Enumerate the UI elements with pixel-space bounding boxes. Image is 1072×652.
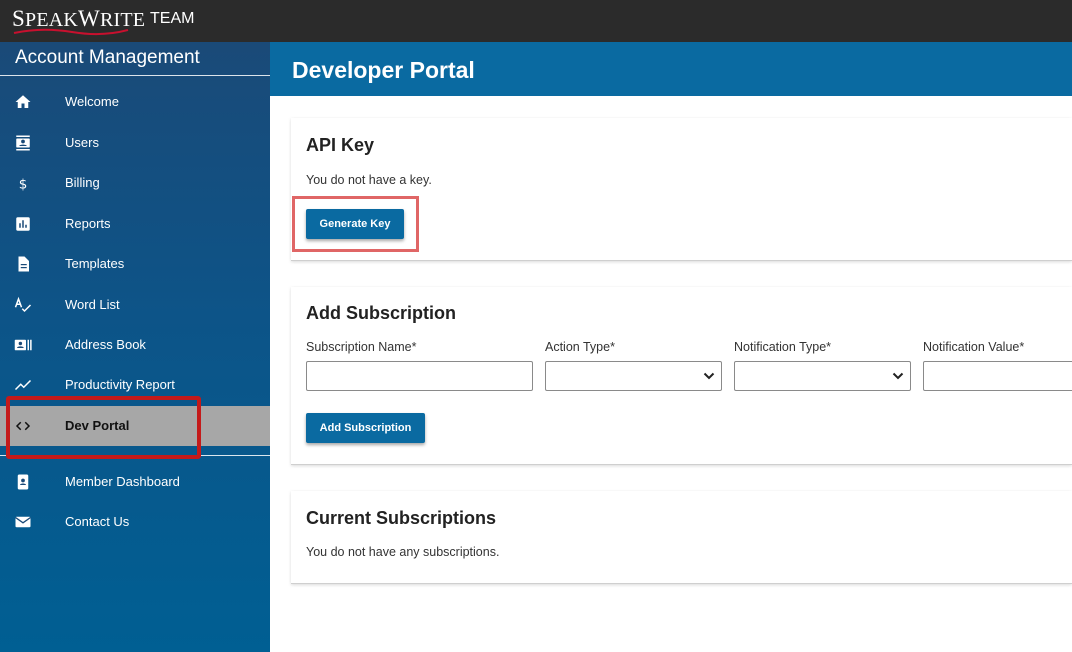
- current-subscriptions-heading: Current Subscriptions: [306, 508, 497, 528]
- add-subscription-button[interactable]: Add Subscription: [306, 413, 425, 443]
- action-type-select[interactable]: [545, 361, 722, 391]
- badge-icon: [17, 474, 29, 490]
- sidebar-item-contact-us[interactable]: Contact Us: [0, 502, 270, 542]
- subscription-name-input[interactable]: [306, 361, 533, 391]
- notification-value-label: Notification Value*: [923, 340, 1025, 354]
- chevron-down-icon: [892, 372, 904, 380]
- address-card-icon: [14, 339, 32, 351]
- sidebar-item-address-book[interactable]: Address Book: [0, 325, 270, 365]
- chevron-down-icon: [703, 372, 715, 380]
- notification-value-input[interactable]: [923, 361, 1072, 391]
- contacts-icon: [16, 135, 30, 151]
- current-subscriptions-card: Current Subscriptions You do not have an…: [291, 491, 1072, 584]
- trend-line-icon: [14, 379, 32, 391]
- team-label: TEAM: [150, 10, 195, 27]
- sidebar-title: Account Management: [15, 47, 200, 68]
- page-title: Developer Portal: [292, 57, 475, 83]
- sidebar-item-label: Productivity Report: [65, 377, 175, 392]
- home-icon: [15, 95, 31, 108]
- add-subscription-heading: Add Subscription: [306, 303, 456, 323]
- api-key-heading: API Key: [306, 135, 375, 155]
- dev-portal-highlight: [6, 396, 201, 459]
- add-subscription-card: Add Subscription Subscription Name* Acti…: [291, 287, 1072, 465]
- generate-key-highlight: [292, 196, 419, 252]
- document-icon: [18, 256, 29, 272]
- sidebar-item-label: Welcome: [65, 94, 119, 109]
- dollar-icon: $: [19, 176, 28, 192]
- top-bar: SPEAKWRITE TEAM: [0, 0, 1072, 42]
- sidebar-item-label: Member Dashboard: [65, 474, 180, 489]
- api-key-message: You do not have a key.: [306, 173, 432, 187]
- sidebar-item-users[interactable]: Users: [0, 123, 270, 163]
- sidebar-item-member-dashboard[interactable]: Member Dashboard: [0, 462, 270, 502]
- sidebar-item-welcome[interactable]: Welcome: [0, 82, 270, 122]
- sidebar-item-label: Word List: [65, 297, 120, 312]
- sidebar-item-label: Users: [65, 135, 99, 150]
- spellcheck-icon: [14, 296, 32, 313]
- sidebar-item-label: Reports: [65, 216, 111, 231]
- sidebar: Account Management Welcome Users $ Billi…: [0, 42, 270, 652]
- current-subscriptions-message: You do not have any subscriptions.: [306, 545, 500, 559]
- sidebar-item-reports[interactable]: Reports: [0, 204, 270, 244]
- sidebar-item-label: Contact Us: [65, 514, 130, 529]
- sidebar-item-billing[interactable]: $ Billing: [0, 163, 270, 203]
- sidebar-divider: [0, 75, 270, 76]
- svg-text:$: $: [19, 176, 28, 192]
- subscription-name-label: Subscription Name*: [306, 340, 417, 354]
- sidebar-item-label: Billing: [65, 175, 100, 190]
- notification-type-select[interactable]: [734, 361, 911, 391]
- sidebar-item-label: Templates: [65, 256, 125, 271]
- page-header: Developer Portal: [270, 42, 1072, 96]
- notification-type-label: Notification Type*: [734, 340, 832, 354]
- action-type-label: Action Type*: [545, 340, 615, 354]
- bar-chart-icon: [16, 217, 30, 231]
- sidebar-item-label: Address Book: [65, 337, 146, 352]
- speakwrite-logo[interactable]: SPEAKWRITE: [12, 6, 145, 36]
- logo-swoosh-icon: [13, 28, 129, 36]
- sidebar-item-word-list[interactable]: Word List: [0, 285, 270, 325]
- mail-icon: [15, 516, 31, 528]
- sidebar-item-templates[interactable]: Templates: [0, 244, 270, 284]
